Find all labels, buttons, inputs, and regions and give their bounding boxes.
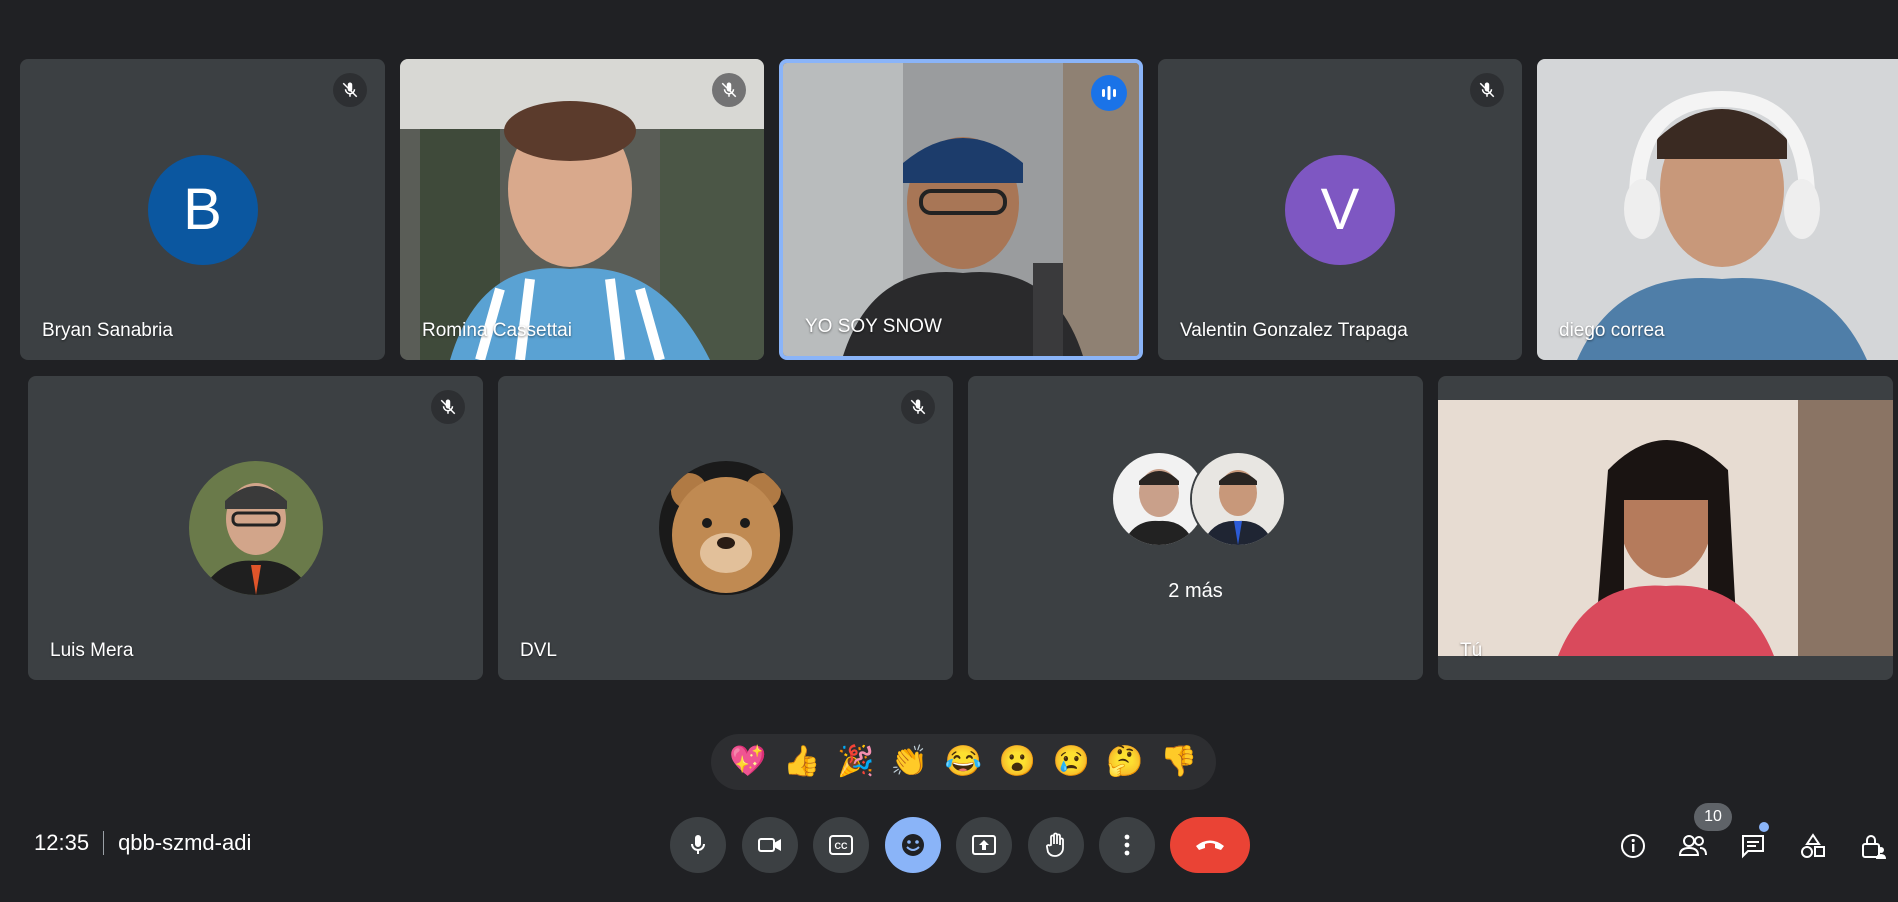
divider [103,831,105,855]
video-feed [783,63,1139,356]
hand-icon [1046,832,1064,857]
activities-icon [1801,833,1825,858]
people-button[interactable] [1677,830,1709,862]
mic-off-icon [431,390,465,424]
participant-tile-romina[interactable]: Romina Cassettai [400,59,764,360]
leave-call-button[interactable] [1170,817,1250,873]
participant-tile-bryan[interactable]: B Bryan Sanabria [20,59,385,360]
microphone-button[interactable] [670,817,726,873]
host-controls-button[interactable] [1857,830,1889,862]
participant-name: Luis Mera [50,640,134,661]
participant-name: Bryan Sanabria [42,320,173,341]
more-options-button[interactable] [1099,817,1155,873]
participant-name: Romina Cassettai [422,320,572,341]
present-screen-button[interactable] [956,817,1012,873]
avatar: V [1285,154,1395,265]
mic-off-icon [901,390,935,424]
new-message-dot [1759,822,1769,832]
participant-tile-self[interactable]: Tú [1438,376,1893,680]
camera-button[interactable] [742,817,798,873]
mic-off-icon [333,73,367,107]
participant-name: Tú [1460,640,1483,661]
emoji-icon [902,834,924,856]
reaction-party-popper[interactable]: 🎉 [837,747,874,777]
mic-off-icon [712,73,746,107]
chat-icon [1742,835,1764,859]
reaction-clapping[interactable]: 👏 [891,747,928,777]
participant-tile-diego[interactable]: diego correa [1537,59,1898,360]
participant-tile-luis[interactable]: Luis Mera [28,376,483,680]
mic-off-icon [1470,73,1504,107]
participant-name: DVL [520,640,557,661]
avatar: B [147,154,258,265]
participant-tile-dvl[interactable]: DVL [498,376,953,680]
chat-button[interactable] [1737,830,1769,862]
participant-name: diego correa [1559,320,1665,341]
captions-icon: CC [829,835,853,855]
participant-name: Valentin Gonzalez Trapaga [1180,320,1408,341]
video-feed [1438,400,1893,656]
people-icon [1678,835,1707,856]
video-feed [400,59,764,360]
participant-tile-snow[interactable]: YO SOY SNOW [779,59,1143,360]
reaction-sparkling-heart[interactable]: 💖 [729,747,766,777]
meeting-details-button[interactable] [1617,830,1649,862]
microphone-icon [691,835,705,854]
meeting-code: qbb-szmd-adi [118,830,252,855]
avatar [188,461,323,595]
hang-up-icon [1196,840,1224,850]
activities-button[interactable] [1797,830,1829,862]
raise-hand-button[interactable] [1028,817,1084,873]
camera-icon [758,838,781,852]
avatar [1190,451,1286,547]
captions-button[interactable]: CC [813,817,869,873]
svg-text:CC: CC [835,841,848,851]
reactions-button[interactable] [885,817,941,873]
reaction-joy[interactable]: 😂 [945,747,982,777]
reactions-bar: 💖 👍 🎉 👏 😂 😮 😢 🤔 👎 [711,734,1216,790]
reaction-thumbs-up[interactable]: 👍 [783,747,820,777]
present-icon [972,835,996,855]
reaction-thinking[interactable]: 🤔 [1106,747,1143,777]
more-participants-tile[interactable]: 2 más [968,376,1423,680]
meeting-time: 12:35 [34,830,90,855]
more-participants-label: 2 más [1168,580,1223,602]
participant-tile-valentin[interactable]: V Valentin Gonzalez Trapaga [1158,59,1522,360]
people-count-badge: 10 [1694,803,1732,831]
video-feed [1537,59,1898,360]
info-icon [1621,834,1645,858]
reaction-surprised[interactable]: 😮 [999,747,1036,777]
speaking-indicator-icon [1091,75,1127,111]
participant-name: YO SOY SNOW [805,316,942,337]
avatar [658,461,793,595]
reaction-crying[interactable]: 😢 [1053,747,1090,777]
lock-person-icon [1862,835,1886,859]
reaction-thumbs-down[interactable]: 👎 [1160,747,1197,777]
meeting-info: 12:35 qbb-szmd-adi [34,830,251,856]
more-vert-icon [1124,834,1130,856]
